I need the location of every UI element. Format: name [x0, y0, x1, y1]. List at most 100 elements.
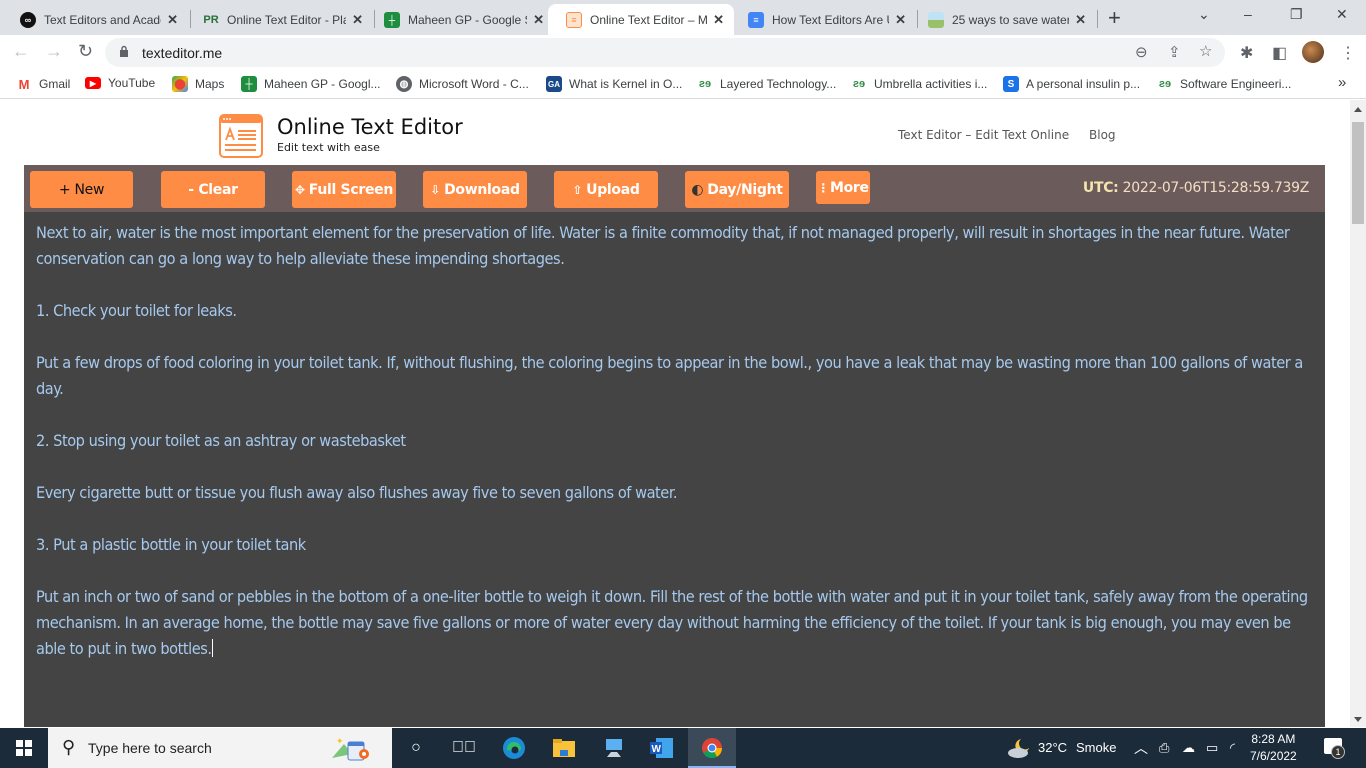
- scrollbar-thumb[interactable]: [1352, 122, 1364, 224]
- tab-25-ways-save-water[interactable]: 25 ways to save water ✕: [908, 4, 1096, 35]
- site-title[interactable]: Online Text Editor: [277, 115, 463, 139]
- vertical-dots-icon: ⋮: [817, 180, 829, 195]
- bookmark-label: Maheen GP - Googl...: [264, 77, 381, 91]
- more-button[interactable]: ⋮ More: [816, 171, 870, 204]
- restore-button[interactable]: ❐: [1290, 6, 1303, 23]
- tab-title: Maheen GP - Google S: [408, 12, 528, 27]
- bookmark-kernel[interactable]: GA What is Kernel in O...: [546, 76, 682, 92]
- upload-button-label: Upload: [586, 181, 640, 198]
- tab-maheen-gp-sheets[interactable]: ┼ Maheen GP - Google S ✕: [364, 4, 554, 35]
- bookmark-label: A personal insulin p...: [1026, 77, 1141, 91]
- full-screen-button[interactable]: ✥ Full Screen: [292, 171, 396, 208]
- weather-temperature[interactable]: 32°C: [1038, 740, 1067, 755]
- weather-moon-cloud-icon[interactable]: [1006, 736, 1034, 760]
- bookmark-label: Microsoft Word - C...: [419, 77, 529, 91]
- svg-text:✦: ✦: [336, 736, 344, 746]
- bookmark-layered-technology[interactable]: ƨɘ Layered Technology...: [697, 76, 836, 92]
- bookmark-maps[interactable]: ⬤ Maps: [172, 76, 224, 92]
- cortana-icon[interactable]: ○: [404, 736, 428, 760]
- day-night-button[interactable]: ◐ Day/Night: [685, 171, 789, 208]
- texteditor-icon: ≡: [566, 11, 582, 28]
- word-icon[interactable]: W: [650, 736, 674, 760]
- tab-text-editors-academia[interactable]: ∞ Text Editors and Acade ✕: [0, 4, 188, 35]
- notifications-icon[interactable]: 1: [1324, 738, 1345, 759]
- browser-menu-icon[interactable]: ⋮: [1340, 43, 1356, 63]
- clock-time: 8:28 AM: [1251, 732, 1296, 746]
- download-button-label: Download: [444, 181, 520, 198]
- edge-icon[interactable]: [502, 736, 526, 760]
- youtube-icon: ▶: [85, 77, 101, 89]
- close-tab-icon[interactable]: ✕: [895, 12, 906, 28]
- editor-blank-line: [36, 272, 1313, 298]
- nav-link-blog[interactable]: Blog: [1089, 128, 1116, 142]
- bookmark-label: Layered Technology...: [720, 77, 837, 91]
- tab-online-text-editor-active[interactable]: ≡ Online Text Editor – M ✕: [548, 4, 734, 35]
- bookmark-label: Gmail: [39, 77, 71, 91]
- close-tab-icon[interactable]: ✕: [167, 12, 178, 28]
- full-screen-button-label: Full Screen: [308, 181, 394, 198]
- bookmark-maheen-gp[interactable]: ┼ Maheen GP - Googl...: [241, 76, 381, 92]
- gfg-icon: ƨɘ: [698, 78, 712, 90]
- close-tab-icon[interactable]: ✕: [1075, 12, 1086, 28]
- this-pc-icon[interactable]: [602, 736, 626, 760]
- new-tab-button[interactable]: +: [1108, 5, 1121, 31]
- bookmarks-bar: M Gmail ▶ YouTube ⬤ Maps ┼ Maheen GP - G…: [0, 69, 1366, 99]
- pr-icon: PR: [203, 13, 219, 26]
- chrome-icon[interactable]: [700, 736, 724, 760]
- upload-button[interactable]: ⇧ Upload: [554, 171, 658, 208]
- meet-now-icon[interactable]: ⎙: [1159, 740, 1169, 756]
- battery-icon[interactable]: ▭: [1206, 740, 1218, 756]
- bookmarks-overflow-button[interactable]: »: [1338, 74, 1346, 91]
- address-bar[interactable]: texteditor.me ⊖ ⇪ ☆: [105, 38, 1225, 67]
- search-placeholder: Type here to search: [88, 740, 212, 756]
- task-view-icon[interactable]: ▯⃒: [452, 736, 476, 760]
- new-button[interactable]: + New: [30, 171, 133, 208]
- widgets-calendar-icon[interactable]: ✦: [330, 734, 376, 762]
- close-window-button[interactable]: ✕: [1336, 6, 1348, 23]
- close-tab-icon[interactable]: ✕: [533, 12, 544, 28]
- minimize-button[interactable]: –: [1244, 6, 1252, 22]
- bookmark-youtube[interactable]: ▶ YouTube: [85, 76, 155, 90]
- bookmark-umbrella-activities[interactable]: ƨɘ Umbrella activities i...: [851, 76, 988, 92]
- bookmark-microsoft-word[interactable]: ◍ Microsoft Word - C...: [396, 76, 529, 92]
- profile-avatar[interactable]: [1302, 41, 1324, 63]
- forward-button[interactable]: →: [45, 41, 63, 62]
- scroll-up-arrow-icon[interactable]: [1354, 107, 1362, 112]
- bookmark-insulin[interactable]: S A personal insulin p...: [1003, 76, 1140, 92]
- editor-toolbar: + New - Clear ✥ Full Screen ⇩ Download ⇧…: [24, 165, 1325, 212]
- onedrive-cloud-icon[interactable]: ☁: [1182, 740, 1195, 756]
- bookmark-software-engineering[interactable]: ƨɘ Software Engineeri...: [1157, 76, 1292, 92]
- page-content: Online Text Editor Edit text with ease T…: [0, 100, 1350, 727]
- clear-button-label: - Clear: [188, 181, 238, 198]
- tab-title: How Text Editors Are U: [772, 12, 890, 27]
- bookmark-label: Software Engineeri...: [1180, 77, 1292, 91]
- text-editor-area[interactable]: Next to air, water is the most important…: [24, 212, 1325, 727]
- close-tab-icon[interactable]: ✕: [713, 12, 724, 28]
- upload-arrow-icon: ⇧: [572, 182, 583, 197]
- taskbar-search-box[interactable]: ⚲ Type here to search ✦: [48, 728, 392, 768]
- show-hidden-icons-chevron-icon[interactable]: ︿: [1134, 738, 1148, 758]
- page-scrollbar[interactable]: [1350, 100, 1366, 727]
- taskbar-clock[interactable]: 8:28 AM 7/6/2022: [1250, 731, 1297, 765]
- bookmark-gmail[interactable]: M Gmail: [16, 76, 71, 92]
- windows-start-icon[interactable]: [16, 740, 32, 756]
- tab-search-button[interactable]: ⌄: [1198, 6, 1210, 23]
- bookmark-star-icon[interactable]: ☆: [1199, 42, 1212, 60]
- site-logo-icon[interactable]: [219, 114, 263, 158]
- extensions-icon[interactable]: ✱: [1240, 43, 1253, 63]
- tab-online-text-editor-pla[interactable]: PR Online Text Editor - Pla ✕: [183, 4, 373, 35]
- nav-link-text-editor[interactable]: Text Editor – Edit Text Online: [898, 128, 1069, 142]
- tab-how-text-editors[interactable]: ≡ How Text Editors Are U ✕: [728, 4, 916, 35]
- share-icon[interactable]: ⇪: [1168, 43, 1181, 61]
- weather-description[interactable]: Smoke: [1076, 740, 1116, 755]
- file-explorer-icon[interactable]: [552, 736, 576, 760]
- side-panel-icon[interactable]: ◧: [1272, 43, 1287, 63]
- wifi-icon[interactable]: ◜: [1230, 740, 1235, 756]
- zoom-out-icon[interactable]: ⊖: [1135, 43, 1148, 61]
- scroll-down-arrow-icon[interactable]: [1354, 717, 1362, 722]
- back-button[interactable]: ←: [12, 41, 30, 62]
- close-tab-icon[interactable]: ✕: [352, 12, 363, 28]
- download-button[interactable]: ⇩ Download: [423, 171, 527, 208]
- reload-button[interactable]: ↻: [78, 41, 93, 62]
- clear-button[interactable]: - Clear: [161, 171, 265, 208]
